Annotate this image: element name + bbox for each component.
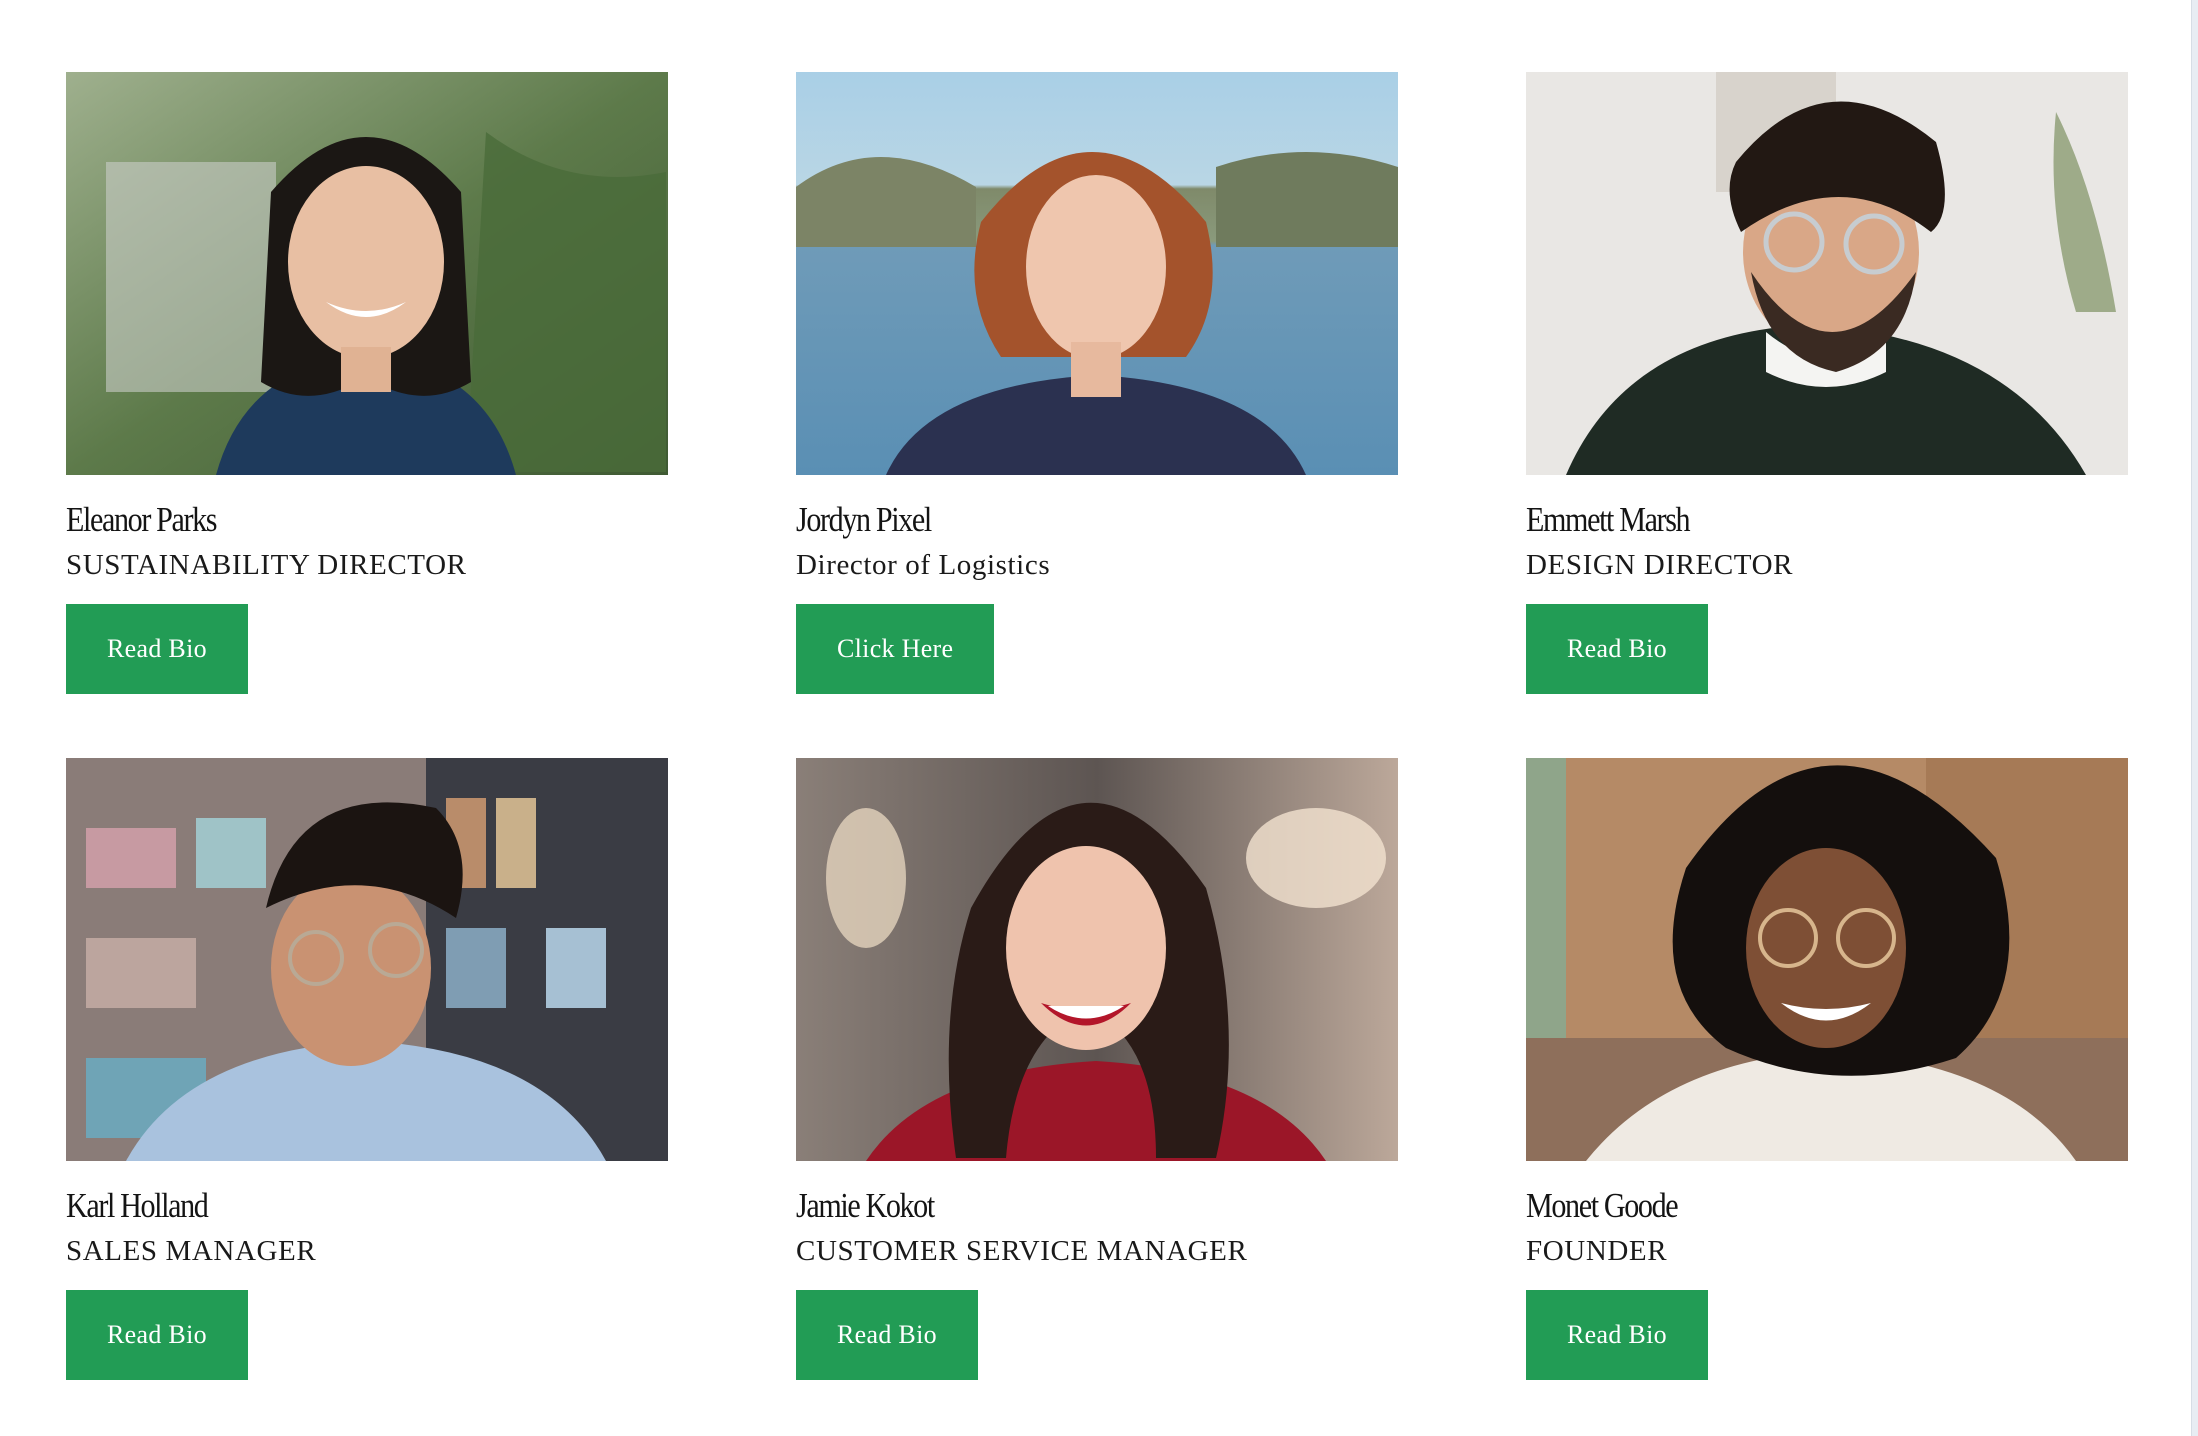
team-member-role: DESIGN DIRECTOR xyxy=(1526,549,1794,581)
read-bio-button[interactable]: Read Bio xyxy=(66,604,248,694)
read-bio-button[interactable]: Read Bio xyxy=(66,1290,248,1380)
team-photo-monet-goode xyxy=(1526,758,2128,1161)
read-bio-button[interactable]: Read Bio xyxy=(796,1290,978,1380)
team-member-name: Jordyn Pixel xyxy=(796,500,932,539)
team-member-role: FOUNDER xyxy=(1526,1235,1668,1267)
team-member-role: CUSTOMER SERVICE MANAGER xyxy=(796,1235,1248,1267)
team-card: Jamie Kokot CUSTOMER SERVICE MANAGER Rea… xyxy=(796,758,1398,1380)
team-member-role: SALES MANAGER xyxy=(66,1235,317,1267)
team-member-role: SUSTAINABILITY DIRECTOR xyxy=(66,549,467,581)
team-card: Karl Holland SALES MANAGER Read Bio xyxy=(66,758,668,1380)
team-card: Jordyn Pixel Director of Logistics Click… xyxy=(796,72,1398,694)
team-member-name: Monet Goode xyxy=(1526,1186,1679,1225)
team-photo-karl-holland xyxy=(66,758,668,1161)
team-card: Eleanor Parks SUSTAINABILITY DIRECTOR Re… xyxy=(66,72,668,694)
read-bio-button[interactable]: Read Bio xyxy=(1526,604,1708,694)
team-photo-jordyn-pixel xyxy=(796,72,1398,475)
click-here-button[interactable]: Click Here xyxy=(796,604,995,694)
team-member-name: Eleanor Parks xyxy=(66,500,217,539)
scrollbar[interactable] xyxy=(2191,0,2198,1436)
team-photo-jamie-kokot xyxy=(796,758,1398,1161)
team-member-name: Karl Holland xyxy=(66,1186,209,1225)
team-member-name: Emmett Marsh xyxy=(1526,500,1691,539)
team-photo-emmett-marsh xyxy=(1526,72,2128,475)
team-photo-eleanor-parks xyxy=(66,72,668,475)
team-card: Monet Goode FOUNDER Read Bio xyxy=(1526,758,2128,1380)
team-card: Emmett Marsh DESIGN DIRECTOR Read Bio xyxy=(1526,72,2128,694)
read-bio-button[interactable]: Read Bio xyxy=(1526,1290,1708,1380)
team-grid: Eleanor Parks SUSTAINABILITY DIRECTOR Re… xyxy=(66,72,2128,1380)
team-member-role: Director of Logistics xyxy=(796,549,1051,581)
team-member-name: Jamie Kokot xyxy=(796,1186,935,1225)
